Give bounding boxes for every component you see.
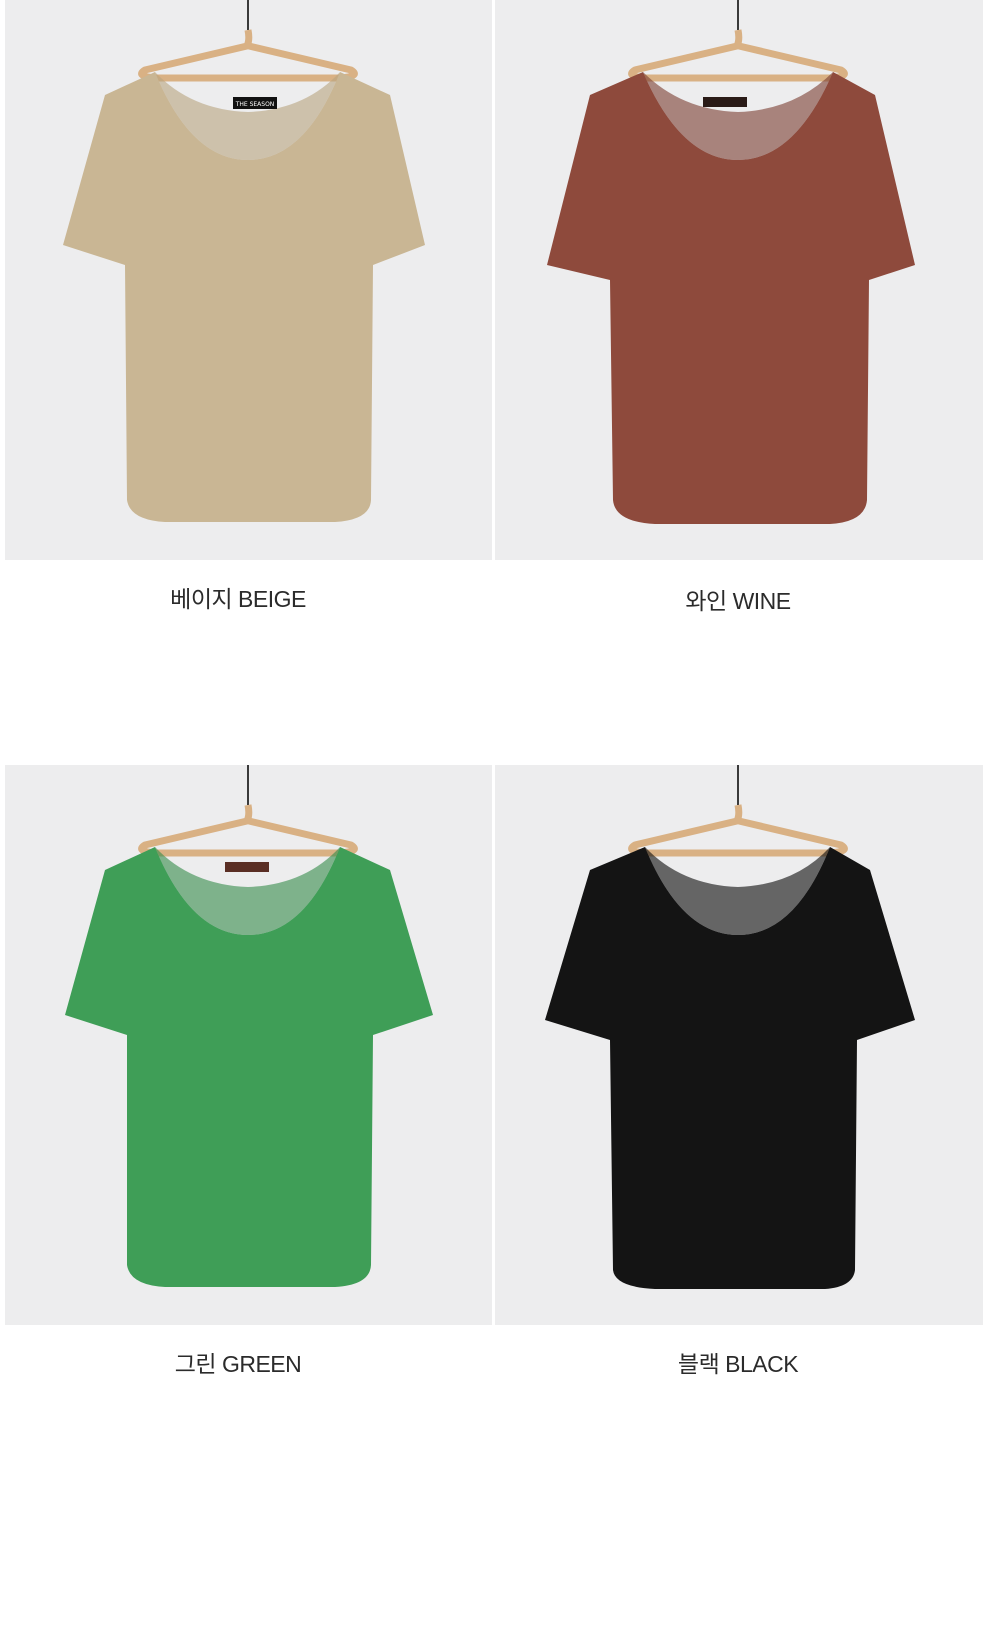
product-photo-black[interactable] <box>495 765 983 1325</box>
product-photo-wine[interactable] <box>495 0 983 560</box>
product-photo-beige[interactable]: THE SEASON <box>5 0 492 560</box>
color-label-black: 블랙 BLACK <box>677 1351 799 1377</box>
color-label-wine: 와인 WINE <box>685 588 791 614</box>
wine-tshirt-image <box>495 0 983 560</box>
black-tshirt-image <box>495 765 983 1325</box>
beige-tshirt-image: THE SEASON <box>5 0 492 560</box>
product-photo-green[interactable] <box>5 765 492 1325</box>
color-label-beige: 베이지 BEIGE <box>170 586 306 612</box>
green-tshirt-image <box>5 765 492 1325</box>
svg-text:THE SEASON: THE SEASON <box>235 101 275 108</box>
color-label-green: 그린 GREEN <box>174 1351 302 1377</box>
